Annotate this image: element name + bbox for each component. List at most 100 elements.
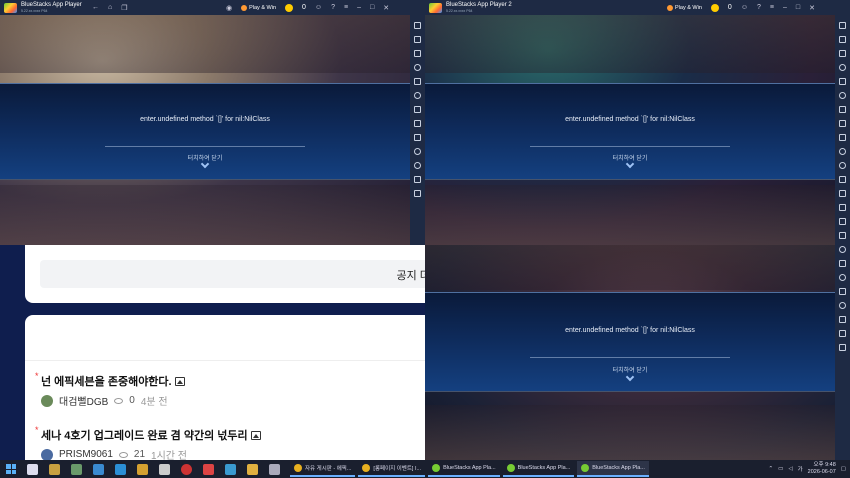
title-bar[interactable]: BlueStacks App Player 5.22.xx.xxxx P64 ← …: [0, 0, 425, 15]
install-apk-icon[interactable]: [839, 78, 846, 85]
taskbar-task[interactable]: BlueStacks App Pla...: [428, 461, 500, 477]
rotate-icon[interactable]: [839, 246, 846, 253]
edge-icon[interactable]: [115, 463, 126, 475]
post-author[interactable]: 대검뻘DGB: [59, 393, 108, 408]
game-screen-upper[interactable]: enter.undefined method `[]' for nil:NilC…: [425, 15, 835, 245]
settings-icon[interactable]: [839, 162, 846, 169]
bluestacks-window-1[interactable]: BlueStacks App Player 5.22.xx.xxxx P64 ← …: [0, 0, 425, 245]
screenshot-icon[interactable]: [414, 120, 421, 127]
search-icon[interactable]: [27, 463, 38, 475]
notification-icon[interactable]: ▢: [841, 466, 846, 472]
help-icon[interactable]: ?: [757, 4, 761, 11]
maximize-icon[interactable]: □: [370, 4, 374, 11]
pinned-app-icon[interactable]: [137, 463, 148, 475]
screenshot-icon[interactable]: [839, 120, 846, 127]
title-bar[interactable]: BlueStacks App Player 2 5.22.xx.xxxx P64 …: [425, 0, 850, 15]
volume-icon[interactable]: [414, 36, 421, 43]
tabs-icon[interactable]: ❐: [121, 4, 127, 12]
back-nav-icon[interactable]: [839, 316, 846, 323]
menu-icon[interactable]: ≡: [344, 4, 348, 11]
play-win-button[interactable]: Play & Win: [241, 4, 276, 11]
post-title[interactable]: 넌 에픽세븐을 존중해야한다.: [41, 373, 185, 389]
error-dialog[interactable]: enter.undefined method `[]' for nil:NilC…: [425, 83, 835, 180]
close-icon[interactable]: ✕: [383, 4, 389, 12]
play-win-button[interactable]: Play & Win: [667, 4, 702, 11]
expand-icon[interactable]: [414, 22, 421, 29]
post-title[interactable]: 세나 4호기 업그레이드 완료 겸 약간의 넋두리: [41, 427, 261, 443]
media-folder-icon[interactable]: [414, 134, 421, 141]
back-icon[interactable]: ←: [92, 4, 99, 11]
menu-icon[interactable]: ≡: [770, 4, 774, 11]
media-folder-icon[interactable]: [839, 134, 846, 141]
macro-icon[interactable]: [414, 92, 421, 99]
rotate-icon[interactable]: [414, 64, 421, 71]
bluestacks-window-2[interactable]: BlueStacks App Player 2 5.22.xx.xxxx P64 …: [425, 0, 850, 460]
record-icon[interactable]: ◉: [226, 4, 232, 12]
install-apk-icon[interactable]: [414, 78, 421, 85]
volume-icon[interactable]: [839, 218, 846, 225]
taskbar-task[interactable]: [롱페이지 이벤트] I...: [358, 461, 426, 477]
macro-icon[interactable]: [839, 274, 846, 281]
close-icon[interactable]: ✕: [809, 4, 815, 12]
back-nav-icon[interactable]: [839, 176, 846, 183]
home-nav-icon[interactable]: [839, 330, 846, 337]
notice-more-button[interactable]: 공지 더보: [40, 260, 425, 288]
language-indicator[interactable]: 가: [798, 465, 803, 473]
keyboard-icon[interactable]: [839, 232, 846, 239]
pinned-app-icon[interactable]: [49, 463, 60, 475]
error-dialog[interactable]: enter.undefined method `[]' for nil:NilC…: [425, 292, 835, 392]
screenshot-icon[interactable]: [839, 288, 846, 295]
settings-icon[interactable]: [839, 302, 846, 309]
window-title: BlueStacks App Player 2 5.22.xx.xxxx P64: [446, 1, 512, 13]
volume-icon[interactable]: [839, 36, 846, 43]
pinned-app-icon[interactable]: [71, 463, 82, 475]
game-hud-bottom: [425, 185, 835, 245]
clock[interactable]: 오후 9:48 2026-06-07: [808, 462, 836, 476]
home-nav-icon[interactable]: [839, 190, 846, 197]
file-explorer-icon[interactable]: [247, 463, 258, 475]
game-hud-top: [425, 245, 835, 290]
pinned-app-icon[interactable]: [93, 463, 104, 475]
pinned-app-icon[interactable]: [159, 463, 170, 475]
home-nav-icon[interactable]: [414, 190, 421, 197]
keyboard-icon[interactable]: [839, 50, 846, 57]
windows-start-icon[interactable]: [6, 464, 16, 474]
taskbar-task[interactable]: BlueStacks App Pla...: [577, 461, 649, 477]
minimize-icon[interactable]: –: [357, 4, 361, 11]
network-icon[interactable]: ▭: [778, 466, 783, 472]
minimize-icon[interactable]: –: [783, 4, 787, 11]
post-time: 4분 전: [140, 397, 168, 408]
keyboard-icon[interactable]: [414, 50, 421, 57]
game-screen[interactable]: enter.undefined method `[]' for nil:NilC…: [0, 15, 410, 245]
help-icon[interactable]: ?: [331, 4, 335, 11]
install-apk-icon[interactable]: [839, 260, 846, 267]
post-views: 21: [133, 449, 146, 460]
multi-instance-icon[interactable]: [414, 106, 421, 113]
settings-icon[interactable]: [414, 162, 421, 169]
coin-icon: [710, 3, 719, 12]
recent-apps-icon[interactable]: [839, 344, 846, 351]
more-icon[interactable]: [839, 148, 846, 155]
post-author[interactable]: PRISM9061: [59, 449, 113, 460]
error-dialog[interactable]: enter.undefined method `[]' for nil:NilC…: [0, 83, 410, 180]
macro-icon[interactable]: [839, 92, 846, 99]
rotate-icon[interactable]: [839, 64, 846, 71]
account-icon[interactable]: ☺: [741, 4, 748, 11]
expand-icon[interactable]: [839, 204, 846, 211]
pinned-app-icon[interactable]: [225, 463, 236, 475]
account-icon[interactable]: ☺: [315, 4, 322, 11]
pinned-app-icon[interactable]: [203, 463, 214, 475]
chevron-up-icon[interactable]: ⌃: [769, 466, 774, 472]
pinned-app-icon[interactable]: [269, 463, 280, 475]
taskbar-task[interactable]: 자유 게시판 - 에픽...: [290, 461, 356, 477]
home-icon[interactable]: ⌂: [108, 4, 112, 11]
expand-icon[interactable]: [839, 22, 846, 29]
more-icon[interactable]: [414, 148, 421, 155]
taskbar-task[interactable]: BlueStacks App Pla...: [502, 461, 575, 477]
multi-instance-icon[interactable]: [839, 106, 846, 113]
game-screen-lower[interactable]: enter.undefined method `[]' for nil:NilC…: [425, 245, 835, 460]
record-app-icon[interactable]: [181, 463, 192, 475]
back-nav-icon[interactable]: [414, 176, 421, 183]
maximize-icon[interactable]: □: [796, 4, 800, 11]
volume-icon[interactable]: ◁: [788, 466, 792, 472]
